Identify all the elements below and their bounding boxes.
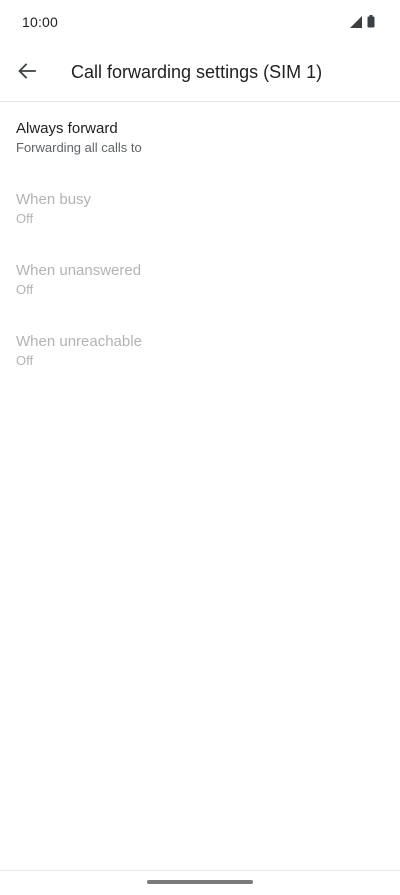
pref-title: When busy: [16, 191, 92, 208]
page-title: Call forwarding settings (SIM 1): [71, 62, 323, 82]
pref-summary: Off: [16, 282, 34, 297]
pref-always-forward[interactable]: Always forward Forwarding all calls to: [0, 102, 400, 173]
pref-title: When unanswered: [16, 262, 142, 279]
pref-when-unreachable[interactable]: When unreachable Off: [0, 315, 400, 386]
status-bar: 10:00: [0, 0, 400, 46]
pref-summary: Off: [16, 353, 34, 368]
pref-summary: Forwarding all calls to: [16, 140, 142, 155]
navigation-bar: [0, 870, 400, 895]
back-button[interactable]: [12, 58, 42, 88]
pref-when-unanswered[interactable]: When unanswered Off: [0, 244, 400, 315]
pref-title: Always forward: [16, 120, 118, 137]
pref-title: When unreachable: [16, 333, 142, 350]
signal-icon: [350, 15, 362, 33]
pref-summary: Off: [16, 211, 34, 226]
battery-icon: [367, 15, 375, 33]
status-icons: [350, 15, 375, 33]
status-time: 10:00: [22, 14, 59, 30]
toolbar: Call forwarding settings (SIM 1): [0, 46, 400, 102]
preference-list: Always forward Forwarding all calls to W…: [0, 102, 400, 386]
arrow-back-icon: [18, 62, 36, 85]
pref-when-busy[interactable]: When busy Off: [0, 173, 400, 244]
gesture-handle[interactable]: [147, 880, 253, 884]
